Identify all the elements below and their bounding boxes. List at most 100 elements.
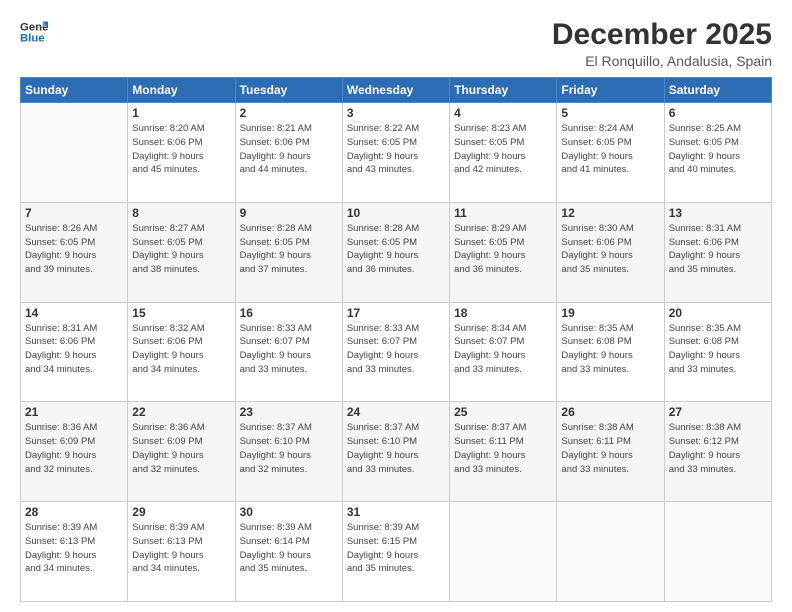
weekday-header: Sunday bbox=[21, 78, 128, 103]
calendar-cell: 20Sunrise: 8:35 AM Sunset: 6:08 PM Dayli… bbox=[664, 302, 771, 402]
calendar-cell bbox=[664, 502, 771, 602]
day-info: Sunrise: 8:28 AM Sunset: 6:05 PM Dayligh… bbox=[240, 222, 338, 277]
page: General Blue December 2025 El Ronquillo,… bbox=[0, 0, 792, 612]
weekday-header: Saturday bbox=[664, 78, 771, 103]
day-info: Sunrise: 8:39 AM Sunset: 6:13 PM Dayligh… bbox=[25, 521, 123, 576]
day-info: Sunrise: 8:37 AM Sunset: 6:10 PM Dayligh… bbox=[240, 421, 338, 476]
day-number: 5 bbox=[561, 106, 659, 120]
day-info: Sunrise: 8:30 AM Sunset: 6:06 PM Dayligh… bbox=[561, 222, 659, 277]
calendar-cell bbox=[450, 502, 557, 602]
calendar-cell: 18Sunrise: 8:34 AM Sunset: 6:07 PM Dayli… bbox=[450, 302, 557, 402]
logo: General Blue bbox=[20, 18, 48, 46]
weekday-header: Thursday bbox=[450, 78, 557, 103]
calendar-cell: 13 Sunrise: 8:31 AM Sunset: 6:06 PM Dayli… bbox=[664, 202, 771, 302]
day-number: 21 bbox=[25, 405, 123, 419]
day-info: Sunrise: 8:33 AM Sunset: 6:07 PM Dayligh… bbox=[347, 322, 445, 377]
calendar-cell: 23Sunrise: 8:37 AM Sunset: 6:10 PM Dayli… bbox=[235, 402, 342, 502]
subtitle: El Ronquillo, Andalusia, Spain bbox=[552, 53, 772, 69]
day-number: 17 bbox=[347, 306, 445, 320]
day-number: 24 bbox=[347, 405, 445, 419]
calendar-cell: 7 Sunrise: 8:26 AM Sunset: 6:05 PM Daylig… bbox=[21, 202, 128, 302]
logo-icon: General Blue bbox=[20, 18, 48, 46]
day-number: 22 bbox=[132, 405, 230, 419]
calendar-cell: 26 Sunrise: 8:38 AM Sunset: 6:11 PM Dayli… bbox=[557, 402, 664, 502]
day-number: 18 bbox=[454, 306, 552, 320]
calendar-cell: 19 Sunrise: 8:35 AM Sunset: 6:08 PM Dayli… bbox=[557, 302, 664, 402]
day-info: Sunrise: 8:28 AM Sunset: 6:05 PM Dayligh… bbox=[347, 222, 445, 277]
day-info: Sunrise: 8:20 AM Sunset: 6:06 PM Dayligh… bbox=[132, 122, 230, 177]
day-number: 26 bbox=[561, 405, 659, 419]
day-info: Sunrise: 8:33 AM Sunset: 6:07 PM Dayligh… bbox=[240, 322, 338, 377]
calendar-table: SundayMondayTuesdayWednesdayThursdayFrid… bbox=[20, 77, 772, 602]
calendar-cell: 4Sunrise: 8:23 AM Sunset: 6:05 PM Daylig… bbox=[450, 103, 557, 203]
calendar-cell: 27 Sunrise: 8:38 AM Sunset: 6:12 PM Dayli… bbox=[664, 402, 771, 502]
day-number: 28 bbox=[25, 505, 123, 519]
calendar-cell: 11Sunrise: 8:29 AM Sunset: 6:05 PM Dayli… bbox=[450, 202, 557, 302]
weekday-header: Wednesday bbox=[342, 78, 449, 103]
day-info: Sunrise: 8:36 AM Sunset: 6:09 PM Dayligh… bbox=[25, 421, 123, 476]
day-info: Sunrise: 8:21 AM Sunset: 6:06 PM Dayligh… bbox=[240, 122, 338, 177]
calendar-cell: 31 Sunrise: 8:39 AM Sunset: 6:15 PM Dayli… bbox=[342, 502, 449, 602]
day-info: Sunrise: 8:22 AM Sunset: 6:05 PM Dayligh… bbox=[347, 122, 445, 177]
svg-text:Blue: Blue bbox=[20, 33, 45, 45]
day-info: Sunrise: 8:27 AM Sunset: 6:05 PM Dayligh… bbox=[132, 222, 230, 277]
day-number: 10 bbox=[347, 206, 445, 220]
day-info: Sunrise: 8:37 AM Sunset: 6:11 PM Dayligh… bbox=[454, 421, 552, 476]
calendar-cell: 9 Sunrise: 8:28 AM Sunset: 6:05 PM Daylig… bbox=[235, 202, 342, 302]
calendar-cell: 14Sunrise: 8:31 AM Sunset: 6:06 PM Dayli… bbox=[21, 302, 128, 402]
day-info: Sunrise: 8:32 AM Sunset: 6:06 PM Dayligh… bbox=[132, 322, 230, 377]
day-number: 6 bbox=[669, 106, 767, 120]
day-number: 8 bbox=[132, 206, 230, 220]
day-number: 20 bbox=[669, 306, 767, 320]
weekday-header: Monday bbox=[128, 78, 235, 103]
title-block: December 2025 El Ronquillo, Andalusia, S… bbox=[552, 18, 772, 69]
day-number: 19 bbox=[561, 306, 659, 320]
day-number: 16 bbox=[240, 306, 338, 320]
day-number: 3 bbox=[347, 106, 445, 120]
calendar-cell: 12Sunrise: 8:30 AM Sunset: 6:06 PM Dayli… bbox=[557, 202, 664, 302]
header: General Blue December 2025 El Ronquillo,… bbox=[20, 18, 772, 69]
day-info: Sunrise: 8:37 AM Sunset: 6:10 PM Dayligh… bbox=[347, 421, 445, 476]
day-info: Sunrise: 8:31 AM Sunset: 6:06 PM Dayligh… bbox=[669, 222, 767, 277]
day-info: Sunrise: 8:25 AM Sunset: 6:05 PM Dayligh… bbox=[669, 122, 767, 177]
day-info: Sunrise: 8:38 AM Sunset: 6:11 PM Dayligh… bbox=[561, 421, 659, 476]
calendar-cell: 5 Sunrise: 8:24 AM Sunset: 6:05 PM Daylig… bbox=[557, 103, 664, 203]
day-number: 2 bbox=[240, 106, 338, 120]
calendar-cell bbox=[21, 103, 128, 203]
day-number: 15 bbox=[132, 306, 230, 320]
day-info: Sunrise: 8:38 AM Sunset: 6:12 PM Dayligh… bbox=[669, 421, 767, 476]
day-number: 31 bbox=[347, 505, 445, 519]
day-info: Sunrise: 8:39 AM Sunset: 6:13 PM Dayligh… bbox=[132, 521, 230, 576]
day-number: 9 bbox=[240, 206, 338, 220]
calendar-cell: 1 Sunrise: 8:20 AM Sunset: 6:06 PM Daylig… bbox=[128, 103, 235, 203]
calendar-cell: 6 Sunrise: 8:25 AM Sunset: 6:05 PM Daylig… bbox=[664, 103, 771, 203]
calendar-cell bbox=[557, 502, 664, 602]
day-info: Sunrise: 8:23 AM Sunset: 6:05 PM Dayligh… bbox=[454, 122, 552, 177]
calendar-cell: 22Sunrise: 8:36 AM Sunset: 6:09 PM Dayli… bbox=[128, 402, 235, 502]
day-info: Sunrise: 8:26 AM Sunset: 6:05 PM Dayligh… bbox=[25, 222, 123, 277]
day-info: Sunrise: 8:39 AM Sunset: 6:15 PM Dayligh… bbox=[347, 521, 445, 576]
day-number: 29 bbox=[132, 505, 230, 519]
calendar-cell: 3 Sunrise: 8:22 AM Sunset: 6:05 PM Daylig… bbox=[342, 103, 449, 203]
day-info: Sunrise: 8:24 AM Sunset: 6:05 PM Dayligh… bbox=[561, 122, 659, 177]
calendar-cell: 25Sunrise: 8:37 AM Sunset: 6:11 PM Dayli… bbox=[450, 402, 557, 502]
day-info: Sunrise: 8:35 AM Sunset: 6:08 PM Dayligh… bbox=[561, 322, 659, 377]
calendar-cell: 8 Sunrise: 8:27 AM Sunset: 6:05 PM Daylig… bbox=[128, 202, 235, 302]
calendar-cell: 15 Sunrise: 8:32 AM Sunset: 6:06 PM Dayli… bbox=[128, 302, 235, 402]
calendar-cell: 17 Sunrise: 8:33 AM Sunset: 6:07 PM Dayli… bbox=[342, 302, 449, 402]
day-number: 7 bbox=[25, 206, 123, 220]
calendar-cell: 16 Sunrise: 8:33 AM Sunset: 6:07 PM Dayli… bbox=[235, 302, 342, 402]
calendar-cell: 10 Sunrise: 8:28 AM Sunset: 6:05 PM Dayli… bbox=[342, 202, 449, 302]
calendar-cell: 29 Sunrise: 8:39 AM Sunset: 6:13 PM Dayli… bbox=[128, 502, 235, 602]
day-info: Sunrise: 8:29 AM Sunset: 6:05 PM Dayligh… bbox=[454, 222, 552, 277]
calendar-cell: 28 Sunrise: 8:39 AM Sunset: 6:13 PM Dayli… bbox=[21, 502, 128, 602]
calendar-cell: 30Sunrise: 8:39 AM Sunset: 6:14 PM Dayli… bbox=[235, 502, 342, 602]
day-number: 30 bbox=[240, 505, 338, 519]
day-number: 27 bbox=[669, 405, 767, 419]
day-number: 14 bbox=[25, 306, 123, 320]
weekday-header: Friday bbox=[557, 78, 664, 103]
day-number: 13 bbox=[669, 206, 767, 220]
calendar-cell: 21 Sunrise: 8:36 AM Sunset: 6:09 PM Dayli… bbox=[21, 402, 128, 502]
day-number: 1 bbox=[132, 106, 230, 120]
weekday-header: Tuesday bbox=[235, 78, 342, 103]
